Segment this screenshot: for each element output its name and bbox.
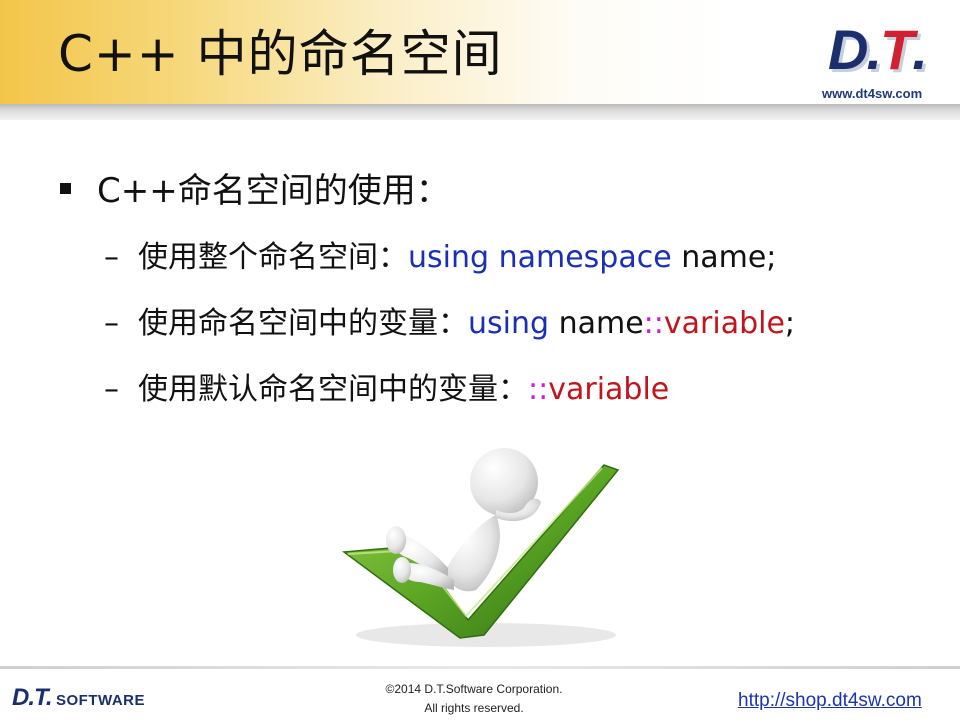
dash-icon: –: [104, 372, 119, 407]
dash-icon: –: [104, 306, 119, 341]
code-text: name: [549, 306, 644, 341]
footer-divider: [0, 666, 960, 669]
shop-link[interactable]: http://shop.dt4sw.com: [738, 690, 922, 712]
bullet-square-icon: [60, 183, 71, 194]
logo-letter-t: T: [880, 18, 914, 81]
main-bullet: C++命名空间的使用：: [60, 163, 450, 212]
code-variable: variable: [548, 372, 670, 407]
bullet-text: C++命名空间的使用：: [97, 171, 450, 211]
site-url: www.dt4sw.com: [822, 86, 923, 101]
logo-dot: .: [866, 18, 882, 81]
header-divider: [0, 104, 960, 120]
code-variable: variable: [663, 306, 785, 341]
sub-item-label: 使用默认命名空间中的变量：: [138, 372, 528, 407]
code-keyword: using namespace: [408, 240, 672, 275]
figure-torso: [446, 515, 500, 592]
code-scope-operator: ::: [528, 372, 549, 407]
logo-dot: .: [912, 18, 928, 81]
sub-item-default-namespace-variable: – 使用默认命名空间中的变量：::variable: [104, 364, 669, 408]
checkmark-figure-illustration: [341, 448, 620, 647]
slide-title: C++ 中的命名空间: [58, 25, 503, 83]
figure-foot: [393, 557, 411, 583]
code-scope-operator: ::: [643, 306, 664, 341]
sub-item-label: 使用命名空间中的变量：: [138, 306, 468, 341]
sub-item-whole-namespace: – 使用整个命名空间：using namespace name;: [104, 232, 776, 276]
sub-item-namespace-variable: – 使用命名空间中的变量：using name::variable;: [104, 298, 795, 342]
dt-logo: D . T .: [828, 18, 946, 78]
figure-foot: [386, 526, 406, 554]
code-text: ;: [784, 306, 796, 341]
code-text: name;: [671, 240, 777, 275]
logo-letter-d: D: [828, 18, 868, 81]
dash-icon: –: [104, 240, 119, 275]
code-keyword: using: [468, 306, 550, 341]
sub-item-label: 使用整个命名空间：: [138, 240, 408, 275]
